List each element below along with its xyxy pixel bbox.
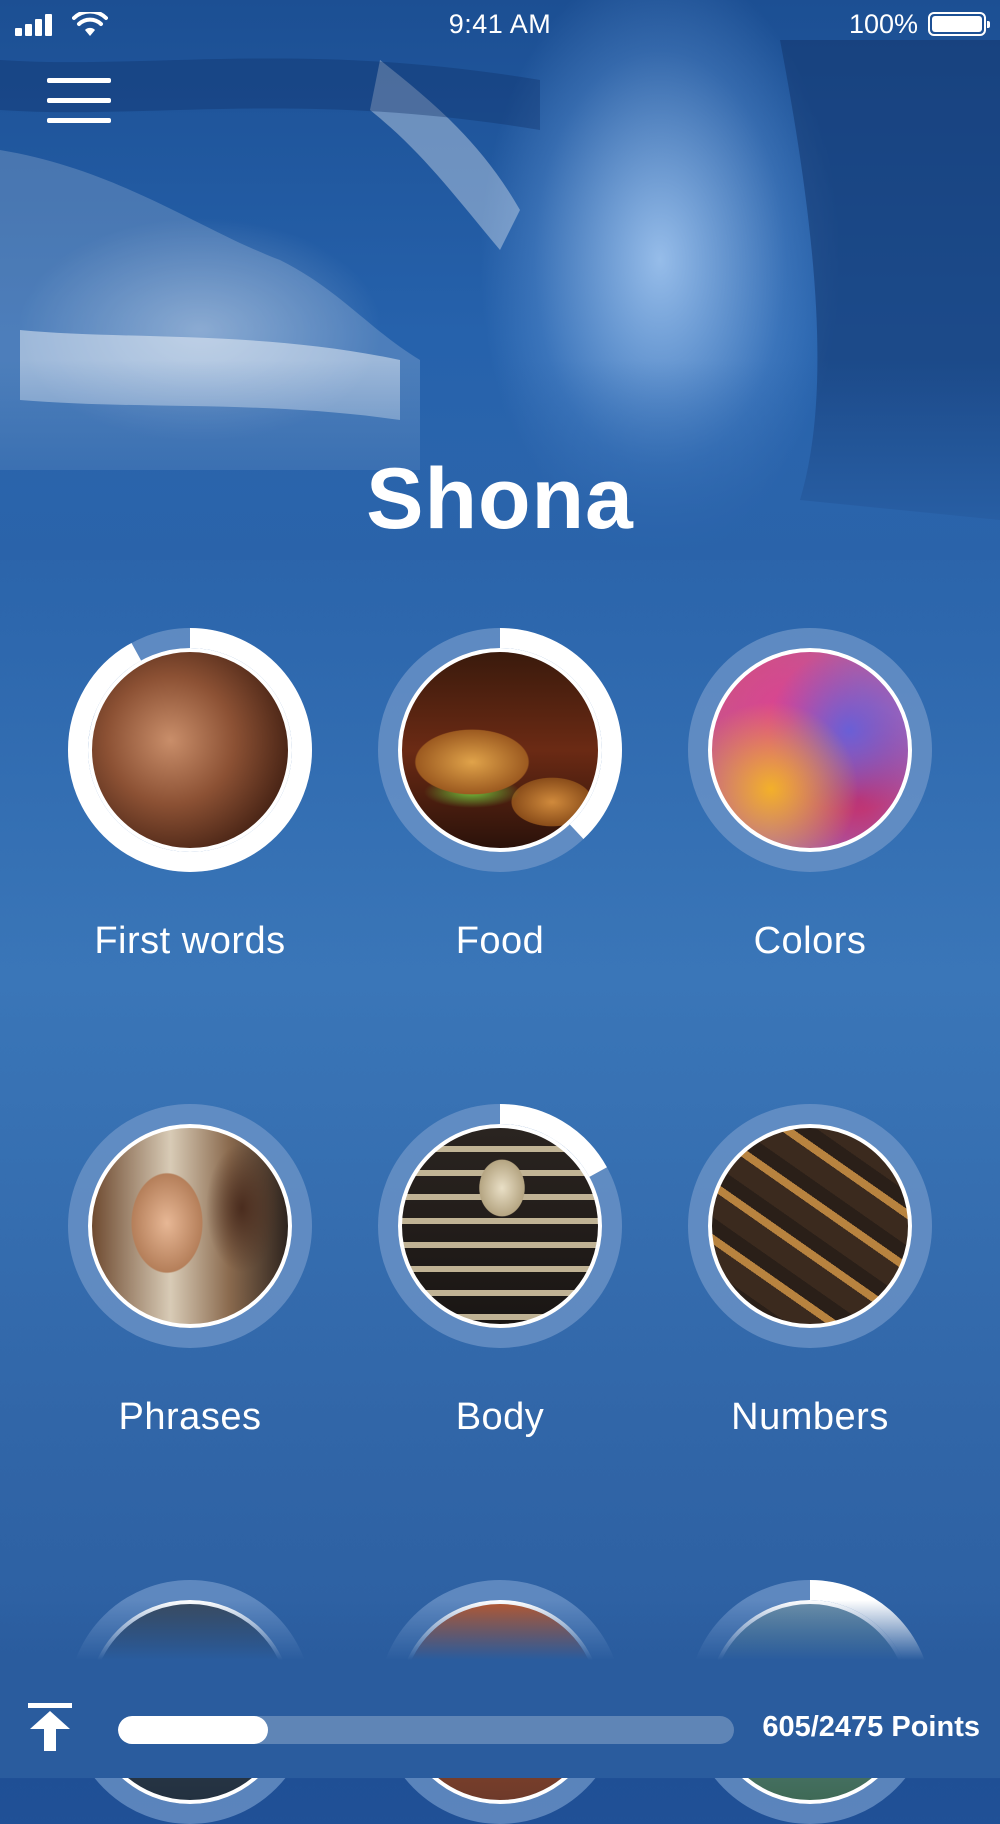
points-progress-fill <box>118 1716 269 1744</box>
category-image-baby-face <box>88 648 292 852</box>
category-image-color-powder <box>708 648 912 852</box>
category-progress-ring <box>68 628 312 872</box>
scroll-to-top-icon[interactable] <box>28 1703 72 1751</box>
category-progress-ring <box>378 628 622 872</box>
hamburger-menu-icon[interactable] <box>47 78 111 124</box>
category-label: Phrases <box>118 1396 262 1438</box>
category-label: Food <box>455 920 545 962</box>
points-progress-bar <box>118 1716 734 1744</box>
category-image-burger-and-cola <box>398 648 602 852</box>
category-image-smiling-couple <box>88 1124 292 1328</box>
category-progress-ring <box>378 1104 622 1348</box>
battery-percentage: 100% <box>848 9 918 39</box>
category-progress-ring <box>68 1104 312 1348</box>
page-title: Shona <box>366 451 634 547</box>
points-counter: 605/2475 Points <box>762 1711 980 1743</box>
category-label: Numbers <box>731 1396 889 1438</box>
category-image-wooden-type-numbers <box>708 1124 912 1328</box>
status-bar: 9:41 AM 100% <box>0 0 1000 50</box>
category-image-skeleton <box>398 1124 602 1328</box>
category-progress-ring <box>688 1104 932 1348</box>
category-label: Body <box>455 1396 545 1438</box>
category-label: Colors <box>753 920 867 962</box>
battery-icon <box>928 12 990 36</box>
category-progress-ring <box>688 628 932 872</box>
category-label: First words <box>94 920 286 962</box>
